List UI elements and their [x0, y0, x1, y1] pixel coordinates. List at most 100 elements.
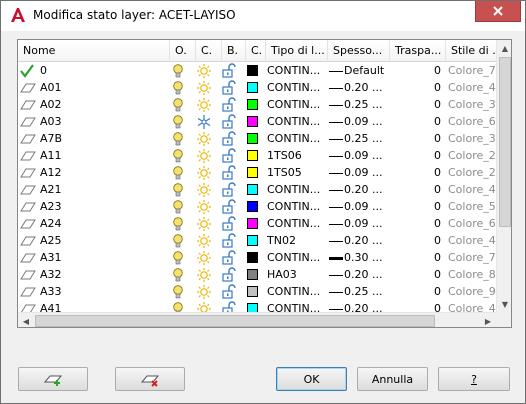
horizontal-scroll-thumb[interactable]: [35, 315, 435, 327]
lock-toggle[interactable]: [222, 147, 246, 164]
lock-toggle[interactable]: [222, 283, 246, 300]
linetype-cell[interactable]: 1TS05: [267, 164, 327, 181]
scroll-up-icon[interactable]: ▲: [497, 40, 511, 56]
lineweight-cell[interactable]: Default: [329, 62, 391, 79]
lock-toggle[interactable]: [222, 181, 246, 198]
on-toggle[interactable]: [172, 130, 196, 147]
on-toggle[interactable]: [172, 62, 196, 79]
freeze-toggle[interactable]: [196, 215, 222, 232]
column-header-freeze[interactable]: C.: [196, 40, 222, 62]
lineweight-cell[interactable]: 0.09 ...: [329, 113, 391, 130]
scroll-left-icon[interactable]: ◀: [18, 313, 34, 327]
lineweight-cell[interactable]: 0.20 ...: [329, 181, 391, 198]
linetype-cell[interactable]: HA03: [267, 266, 327, 283]
lineweight-cell[interactable]: 0.25 ...: [329, 96, 391, 113]
column-header-on[interactable]: O.: [170, 40, 196, 62]
color-cell[interactable]: [246, 130, 266, 147]
transparency-cell[interactable]: 0: [391, 215, 443, 232]
lock-toggle[interactable]: [222, 198, 246, 215]
lineweight-cell[interactable]: 0.25 ...: [329, 283, 391, 300]
transparency-cell[interactable]: 0: [391, 266, 443, 283]
transparency-cell[interactable]: 0: [391, 300, 443, 312]
on-toggle[interactable]: [172, 164, 196, 181]
transparency-cell[interactable]: 0: [391, 147, 443, 164]
lock-toggle[interactable]: [222, 79, 246, 96]
freeze-toggle[interactable]: [196, 96, 222, 113]
color-cell[interactable]: [246, 96, 266, 113]
lineweight-cell[interactable]: 0.20 ...: [329, 300, 391, 312]
horizontal-scrollbar[interactable]: ◀ ▶: [18, 312, 496, 327]
table-row[interactable]: A02 CONTIN... 0.25 ... 0 Colore_3: [18, 96, 496, 113]
table-row[interactable]: A12 1TS05 0.09 ... 0 Colore_2: [18, 164, 496, 181]
on-toggle[interactable]: [172, 300, 196, 312]
vertical-scrollbar[interactable]: ▲ ▼: [496, 40, 511, 312]
freeze-toggle[interactable]: [196, 266, 222, 283]
freeze-toggle[interactable]: [196, 300, 222, 312]
transparency-cell[interactable]: 0: [391, 283, 443, 300]
delete-layer-state-button[interactable]: [115, 367, 185, 391]
table-row[interactable]: A25 TN02 0.20 ... 0 Colore_4: [18, 232, 496, 249]
lock-toggle[interactable]: [222, 113, 246, 130]
lineweight-cell[interactable]: 0.25 ...: [329, 130, 391, 147]
table-row[interactable]: 0 CONTIN... Default 0 Colore_7: [18, 62, 496, 79]
column-header-lineweight[interactable]: Spesso...: [328, 40, 390, 62]
freeze-toggle[interactable]: [196, 130, 222, 147]
column-header-lock[interactable]: B.: [222, 40, 246, 62]
color-cell[interactable]: [246, 181, 266, 198]
table-row[interactable]: A33 CONTIN... 0.25 ... 0 Colore_9: [18, 283, 496, 300]
ok-button[interactable]: OK: [276, 367, 347, 391]
color-cell[interactable]: [246, 198, 266, 215]
color-cell[interactable]: [246, 283, 266, 300]
lock-toggle[interactable]: [222, 62, 246, 79]
freeze-toggle[interactable]: [196, 164, 222, 181]
column-header-color[interactable]: C.: [246, 40, 266, 62]
freeze-toggle[interactable]: [196, 283, 222, 300]
freeze-toggle[interactable]: [196, 181, 222, 198]
freeze-toggle[interactable]: [196, 249, 222, 266]
layer-list[interactable]: Nome O. C. B. C. Tipo di l... Spesso... …: [17, 39, 512, 328]
linetype-cell[interactable]: CONTIN...: [267, 113, 327, 130]
table-row[interactable]: A7B CONTIN... 0.25 ... 0 Colore_3: [18, 130, 496, 147]
color-cell[interactable]: [246, 300, 266, 312]
linetype-cell[interactable]: CONTIN...: [267, 215, 327, 232]
on-toggle[interactable]: [172, 147, 196, 164]
table-row[interactable]: A24 CONTIN... 0.09 ... 0 Colore_6: [18, 215, 496, 232]
transparency-cell[interactable]: 0: [391, 130, 443, 147]
color-cell[interactable]: [246, 164, 266, 181]
color-cell[interactable]: [246, 249, 266, 266]
on-toggle[interactable]: [172, 215, 196, 232]
color-cell[interactable]: [246, 113, 266, 130]
lineweight-cell[interactable]: 0.30 ...: [329, 249, 391, 266]
cancel-button[interactable]: Annulla: [357, 367, 428, 391]
table-row[interactable]: A11 1TS06 0.09 ... 0 Colore_2: [18, 147, 496, 164]
on-toggle[interactable]: [172, 266, 196, 283]
table-row[interactable]: A01 CONTIN... 0.20 ... 0 Colore_4: [18, 79, 496, 96]
lock-toggle[interactable]: [222, 164, 246, 181]
close-button[interactable]: [475, 1, 521, 22]
color-cell[interactable]: [246, 62, 266, 79]
color-cell[interactable]: [246, 147, 266, 164]
lineweight-cell[interactable]: 0.20 ...: [329, 266, 391, 283]
help-button[interactable]: ?: [438, 367, 510, 391]
transparency-cell[interactable]: 0: [391, 96, 443, 113]
transparency-cell[interactable]: 0: [391, 113, 443, 130]
table-row[interactable]: A03 CONTIN... 0.09 ... 0 Colore_6: [18, 113, 496, 130]
lineweight-cell[interactable]: 0.09 ...: [329, 147, 391, 164]
linetype-cell[interactable]: CONTIN...: [267, 181, 327, 198]
column-header-name[interactable]: Nome: [18, 40, 170, 62]
lock-toggle[interactable]: [222, 266, 246, 283]
transparency-cell[interactable]: 0: [391, 62, 443, 79]
freeze-toggle[interactable]: [196, 113, 222, 130]
linetype-cell[interactable]: CONTIN...: [267, 96, 327, 113]
color-cell[interactable]: [246, 215, 266, 232]
column-header-transparency[interactable]: Traspa...: [390, 40, 446, 62]
freeze-toggle[interactable]: [196, 232, 222, 249]
vertical-scroll-thumb[interactable]: [499, 57, 511, 227]
scroll-right-icon[interactable]: ▶: [480, 313, 496, 327]
lock-toggle[interactable]: [222, 300, 246, 312]
lineweight-cell[interactable]: 0.20 ...: [329, 79, 391, 96]
lineweight-cell[interactable]: 0.20 ...: [329, 232, 391, 249]
table-row[interactable]: A21 CONTIN... 0.20 ... 0 Colore_4: [18, 181, 496, 198]
lock-toggle[interactable]: [222, 215, 246, 232]
color-cell[interactable]: [246, 79, 266, 96]
